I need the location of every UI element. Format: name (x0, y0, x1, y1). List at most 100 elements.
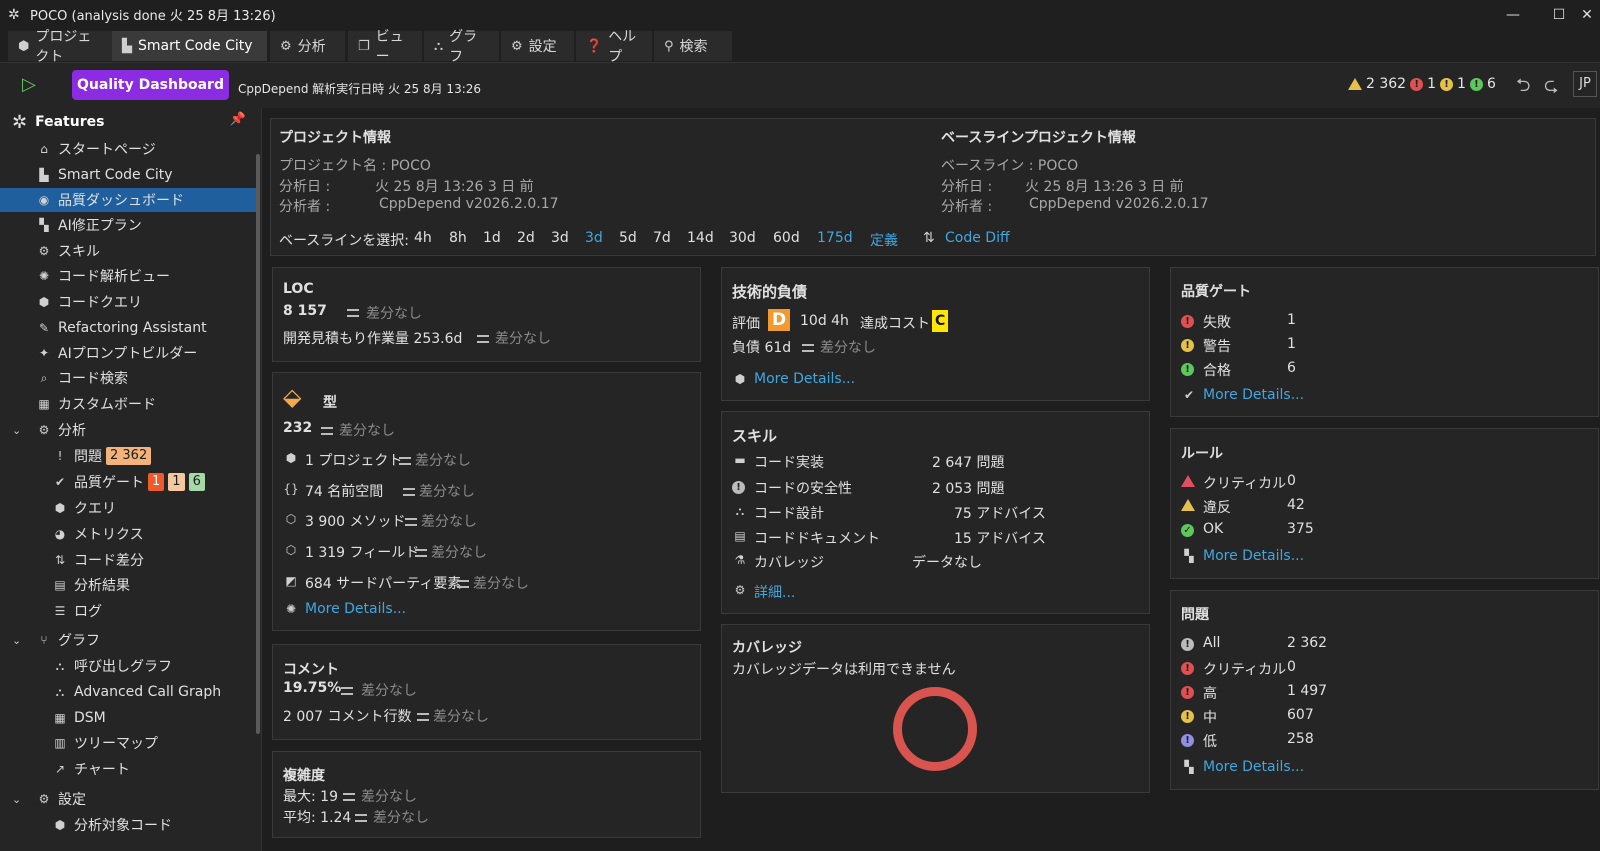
baseline-opt-8h[interactable]: 8h (449, 230, 467, 246)
menu-graph[interactable]: ⛬ グラフ (424, 29, 499, 65)
sidebar-item-13[interactable]: ✔ 品質ゲート 1 1 6 (0, 470, 258, 494)
query-icon: ⬢ (38, 295, 50, 309)
sidebar-scrollbar[interactable] (256, 154, 260, 734)
no-diff-icon (802, 344, 814, 352)
status-summary[interactable]: 2 362 ! 1 ! 1 ! 6 (1348, 76, 1496, 92)
pass-icon: ! (1469, 77, 1483, 91)
cost-grade: C (932, 310, 949, 332)
sidebar-item-5[interactable]: ✺ コード解析ビュー (0, 264, 258, 288)
gate-warn-label: 警告 (1203, 339, 1231, 355)
back-arrow-icon[interactable]: ⮌ (1516, 73, 1530, 103)
sidebar-item-8[interactable]: ✦ AIプロンプトビルダー (0, 341, 258, 365)
gear-icon: ⚙ (511, 38, 523, 54)
coverage-ring (893, 687, 977, 771)
types-nodiff: 差分なし (339, 423, 395, 439)
menu-settings[interactable]: ⚙ 設定 (501, 31, 574, 61)
menu-view[interactable]: ❐ ビュー (348, 29, 422, 65)
issues-critical-icon: ! (1181, 659, 1194, 675)
baseline-opt-3d-selected[interactable]: 3d (585, 230, 603, 246)
sidebar-item-6[interactable]: ⬢ コードクエリ (0, 290, 258, 314)
baseline-opt-175d[interactable]: 175d (817, 230, 853, 246)
baseline-define-link[interactable]: 定義 (870, 230, 898, 250)
gate-more-details-link[interactable]: More Details... (1203, 387, 1304, 403)
menu-analysis[interactable]: ⚙ 分析 (270, 31, 345, 61)
sidebar-item-14[interactable]: ⬢ クエリ (0, 496, 258, 520)
sidebar-item-22[interactable]: ▦ DSM (0, 706, 258, 730)
sidebar-item-16[interactable]: ⇅ コード差分 (0, 548, 258, 572)
menu-graph-label: グラフ (449, 29, 478, 65)
method-count: 3 900 メソッド (305, 514, 406, 530)
issue-count-badge: 2 362 (106, 447, 152, 465)
sidebar-item-10[interactable]: ▦ カスタムボード (0, 392, 258, 416)
baseline-opt-5d[interactable]: 5d (619, 230, 637, 246)
sidebar-item-23[interactable]: ▥ ツリーマップ (0, 731, 258, 755)
coverage-message: カバレッジデータは利用できません (732, 662, 956, 678)
sidebar-item-17[interactable]: ▤ 分析結果 (0, 573, 258, 597)
complexity-avg-nodiff: 差分なし (373, 810, 429, 826)
result-icon: ▤ (54, 578, 66, 592)
log-icon: ☰ (54, 604, 66, 618)
baseline-opt-30d[interactable]: 30d (729, 230, 756, 246)
sidebar-item-19[interactable]: ⌄ ⑂ グラフ (0, 628, 258, 652)
skills-details-link[interactable]: 詳細... (754, 582, 795, 602)
sidebar-item-3[interactable]: ▚ AI修正プラン (0, 213, 258, 237)
complexity-title: 複雑度 (283, 768, 325, 784)
sidebar-item-12[interactable]: ! 問題 2 362 (0, 444, 258, 468)
code-diff-link[interactable]: Code Diff (945, 230, 1010, 246)
query-icon: ⬢ (54, 501, 66, 515)
pin-icon[interactable]: 📌 (230, 112, 246, 127)
types-panel: ⬙ 型 232 差分なし ⬢ 1 プロジェクト 差分なし {} 74 名前空間 … (272, 372, 701, 631)
sidebar-item-20[interactable]: ⛬ 呼び出しグラフ (0, 654, 258, 678)
baseline-opt-2d[interactable]: 2d (517, 230, 535, 246)
skills-title: スキル (732, 427, 778, 445)
chevron-down-icon[interactable]: ⌄ (12, 424, 26, 437)
sidebar-item-label: 問題 (74, 449, 102, 465)
coverage-title: カバレッジ (732, 640, 802, 656)
skills-panel: スキル ▬ コード実装 2 647 問題 ! コードの安全性 2 053 問題 … (721, 411, 1150, 614)
rules-more-details-link[interactable]: More Details... (1203, 548, 1304, 564)
sidebar-item-9[interactable]: ⌕ コード検索 (0, 366, 258, 390)
baseline-opt-14d[interactable]: 14d (687, 230, 714, 246)
sidebar-item-15[interactable]: ◕ メトリクス (0, 522, 258, 546)
sidebar-item-7[interactable]: ✎ Refactoring Assistant (0, 316, 258, 340)
types-icon: ⬙ (283, 383, 302, 411)
sidebar-item-26[interactable]: ⬢ 分析対象コード (0, 813, 258, 837)
chevron-down-icon[interactable]: ⌄ (12, 634, 26, 647)
sidebar-item-0[interactable]: ⌂ スタートページ (0, 137, 258, 161)
quality-dashboard-button[interactable]: Quality Dashboard (72, 70, 229, 100)
menu-view-label: ビュー (375, 29, 404, 65)
field-count: 1 319 フィールド (305, 545, 420, 561)
rules-violation-label: 違反 (1203, 500, 1231, 516)
language-button[interactable]: JP (1573, 71, 1597, 97)
baseline-opt-1d[interactable]: 1d (483, 230, 501, 246)
menu-smart-code-city[interactable]: ▙ Smart Code City (112, 31, 267, 61)
sidebar-item-18[interactable]: ☰ ログ (0, 599, 258, 623)
minimize-button[interactable]: — (1490, 0, 1536, 29)
baseline-opt-3d[interactable]: 3d (551, 230, 569, 246)
sidebar-item-11[interactable]: ⌄ ⚙ 分析 (0, 418, 258, 442)
chevron-down-icon[interactable]: ⌄ (12, 793, 26, 806)
sidebar-item-4[interactable]: ⚙ スキル (0, 239, 258, 263)
run-analysis-icon[interactable]: ▷ (22, 73, 46, 97)
sidebar-item-2[interactable]: ◉ 品質ダッシュボード (0, 188, 258, 212)
types-more-details-link[interactable]: More Details... (305, 601, 406, 617)
rules-critical-value: 0 (1287, 473, 1296, 489)
debt-more-details-link[interactable]: More Details... (754, 371, 855, 387)
sidebar-item-21[interactable]: ⛬ Advanced Call Graph (0, 680, 258, 704)
menu-help[interactable]: ❓ ヘルプ (576, 29, 652, 65)
analysis-icon: ⚙ (280, 38, 292, 54)
issues-more-details-link[interactable]: More Details... (1203, 759, 1304, 775)
sidebar-item-24[interactable]: ↗ チャート (0, 757, 258, 781)
menu-project[interactable]: ⬢ プロジェクト (8, 29, 112, 65)
close-button[interactable]: ✕ (1574, 0, 1600, 29)
sidebar-item-25[interactable]: ⌄ ⚙ 設定 (0, 787, 258, 811)
warning-count: 2 362 (1366, 76, 1407, 92)
flask-icon: ⚗ (734, 553, 746, 567)
forward-arrow-icon[interactable]: ⮎ (1544, 73, 1558, 103)
menu-search[interactable]: ⚲ 検索 (654, 31, 732, 61)
sidebar-item-1[interactable]: ▙ Smart Code City (0, 163, 258, 187)
baseline-opt-4h[interactable]: 4h (414, 230, 432, 246)
baseline-opt-60d[interactable]: 60d (773, 230, 800, 246)
window-title: POCO (analysis done 火 25 8月 13:26) (30, 9, 276, 24)
baseline-opt-7d[interactable]: 7d (653, 230, 671, 246)
